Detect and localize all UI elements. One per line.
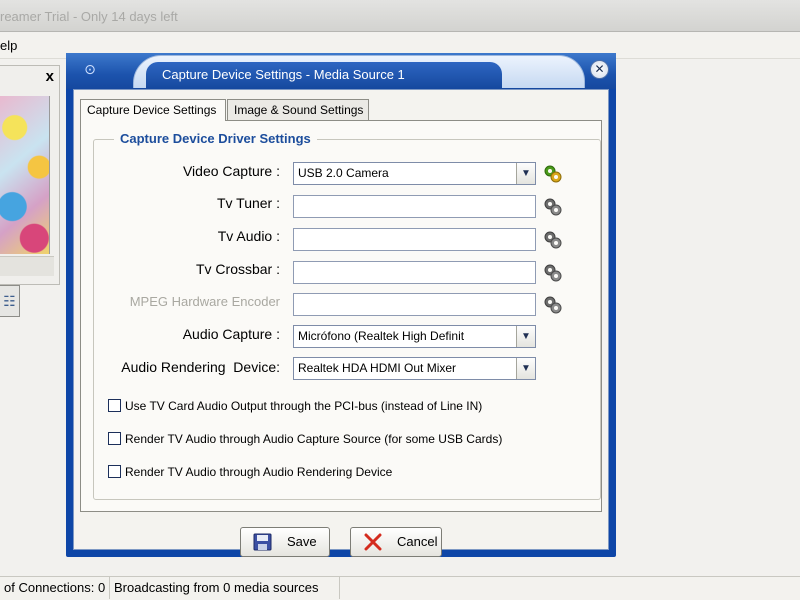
- tab-capture-device-settings[interactable]: Capture Device Settings: [80, 99, 226, 121]
- pci-audio-checkbox[interactable]: [108, 399, 121, 412]
- capture-source-label: Render TV Audio through Audio Capture So…: [125, 432, 503, 446]
- dialog-title-bar: Capture Device Settings - Media Source 1: [146, 62, 502, 88]
- rendering-device-checkbox[interactable]: [108, 465, 121, 478]
- chevron-down-icon[interactable]: ▼: [516, 163, 535, 184]
- status-connections: of Connections: 0: [0, 577, 110, 599]
- chevron-down-icon[interactable]: ▼: [516, 326, 535, 347]
- pci-audio-label: Use TV Card Audio Output through the PCI…: [125, 399, 483, 413]
- close-icon[interactable]: ✕: [590, 60, 609, 79]
- audio-capture-value: Micrófono (Realtek High Definit: [298, 329, 465, 343]
- status-broadcasting: Broadcasting from 0 media sources: [110, 577, 340, 599]
- tv-crossbar-field[interactable]: [293, 261, 536, 284]
- capture-source-checkbox[interactable]: [108, 432, 121, 445]
- preview-panel: x: [0, 65, 60, 285]
- dialog-title-tab: Capture Device Settings - Media Source 1: [133, 55, 585, 88]
- mpeg-encoder-label: MPEG Hardware Encoder: [129, 294, 280, 309]
- video-capture-label: Video Capture :: [182, 163, 280, 179]
- tv-tuner-field[interactable]: [293, 195, 536, 218]
- tv-audio-field[interactable]: [293, 228, 536, 251]
- dialog-title: Capture Device Settings - Media Source 1: [162, 67, 405, 82]
- tv-tuner-label: Tv Tuner :: [216, 195, 280, 211]
- capture-settings-dialog: ⊙ Capture Device Settings - Media Source…: [66, 53, 616, 557]
- gear-gray-icon[interactable]: [543, 197, 563, 217]
- app-titlebar: reamer Trial - Only 14 days left: [0, 0, 800, 32]
- tv-crossbar-label: Tv Crossbar :: [195, 261, 280, 277]
- antenna-icon: ⊙: [84, 61, 96, 77]
- gear-gray-icon[interactable]: [543, 295, 563, 315]
- rendering-device-label: Render TV Audio through Audio Rendering …: [125, 465, 393, 479]
- mixer-icon[interactable]: ☷: [0, 285, 20, 317]
- audio-capture-label: Audio Capture :: [182, 326, 280, 342]
- audio-rendering-label: Audio Rendering Device:: [121, 359, 280, 375]
- menu-help[interactable]: elp: [0, 38, 17, 53]
- pci-audio-option[interactable]: Use TV Card Audio Output through the PCI…: [108, 398, 482, 416]
- capture-source-option[interactable]: Render TV Audio through Audio Capture So…: [108, 431, 502, 449]
- video-capture-value: USB 2.0 Camera: [298, 166, 389, 180]
- save-button[interactable]: Save: [240, 527, 330, 557]
- close-icon[interactable]: x: [46, 68, 54, 85]
- floppy-disk-icon: [253, 533, 272, 551]
- gear-gray-icon[interactable]: [543, 263, 563, 283]
- gear-green-icon[interactable]: [543, 164, 563, 184]
- rendering-device-option[interactable]: Render TV Audio through Audio Rendering …: [108, 464, 392, 482]
- preview-thumbnail[interactable]: [0, 96, 50, 254]
- statusbar: of Connections: 0 Broadcasting from 0 me…: [0, 576, 800, 600]
- cancel-button[interactable]: Cancel: [350, 527, 442, 557]
- red-x-icon: [364, 533, 382, 551]
- audio-rendering-value: Realtek HDA HDMI Out Mixer: [298, 361, 457, 375]
- tab-image-sound-settings[interactable]: Image & Sound Settings: [227, 99, 369, 121]
- audio-rendering-select[interactable]: Realtek HDA HDMI Out Mixer ▼: [293, 357, 536, 380]
- tv-audio-label: Tv Audio :: [217, 228, 280, 244]
- app-title: reamer Trial - Only 14 days left: [0, 9, 178, 24]
- gear-gray-icon[interactable]: [543, 230, 563, 250]
- save-label: Save: [287, 534, 317, 549]
- cancel-label: Cancel: [397, 534, 438, 549]
- audio-capture-select[interactable]: Micrófono (Realtek High Definit ▼: [293, 325, 536, 348]
- dialog-body: Capture Device Settings Image & Sound Se…: [73, 89, 609, 557]
- tab-pane: Capture Device Driver Settings Video Cap…: [80, 120, 602, 512]
- video-capture-select[interactable]: USB 2.0 Camera ▼: [293, 162, 536, 185]
- mpeg-encoder-field[interactable]: [293, 293, 536, 316]
- group-title: Capture Device Driver Settings: [114, 131, 317, 146]
- driver-settings-group: Capture Device Driver Settings Video Cap…: [93, 131, 601, 500]
- preview-strip: [0, 256, 54, 276]
- chevron-down-icon[interactable]: ▼: [516, 358, 535, 379]
- dialog-header[interactable]: ⊙ Capture Device Settings - Media Source…: [66, 53, 616, 89]
